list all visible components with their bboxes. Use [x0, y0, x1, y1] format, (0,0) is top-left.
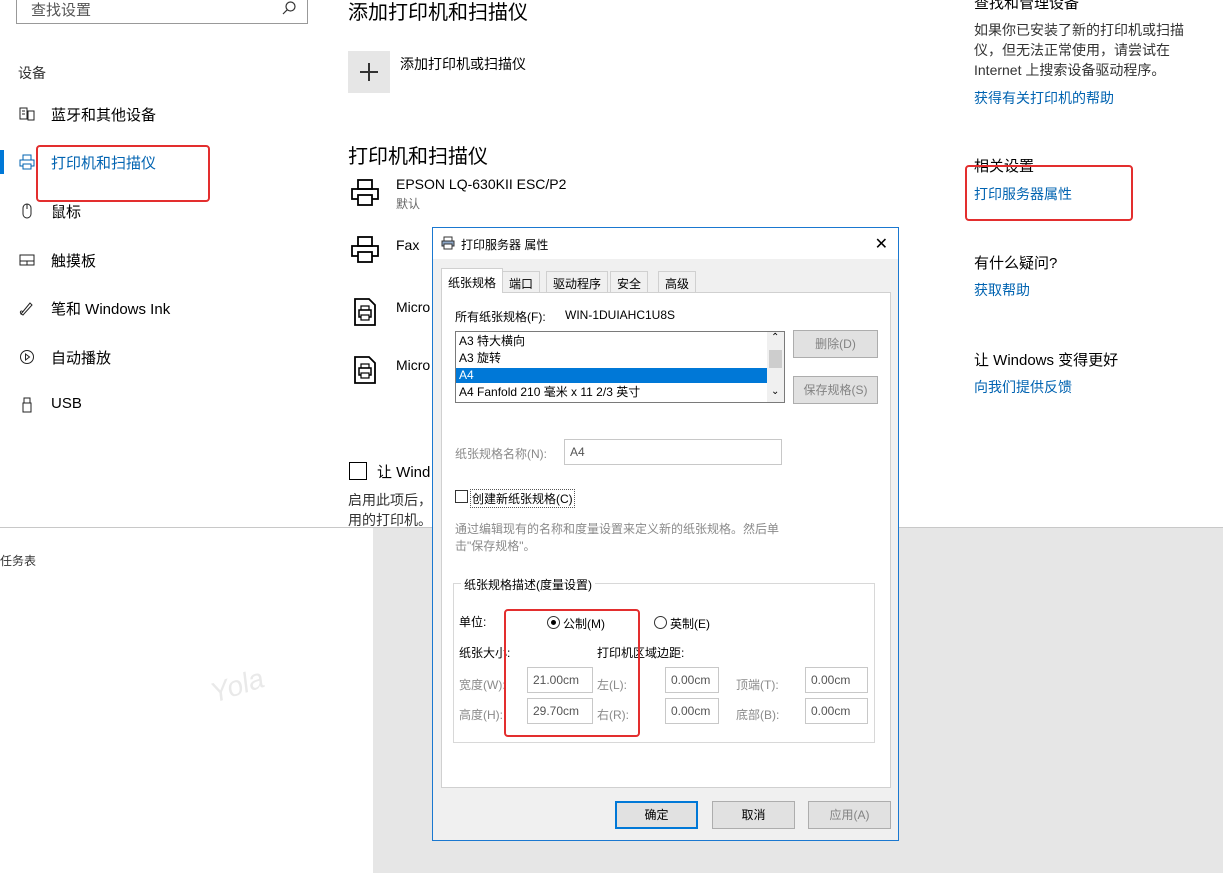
bottom-margin-label: 底部(B): — [736, 708, 780, 722]
tab-ports[interactable]: 端口 — [502, 271, 541, 292]
dialog-title: 打印服务器 属性 — [461, 238, 549, 252]
nav-item-label: 触摸板 — [51, 253, 97, 270]
tab-forms[interactable]: 纸张规格 — [441, 268, 504, 293]
form-name-label: 纸张规格名称(N): — [455, 447, 547, 461]
tab-drivers[interactable]: 驱动程序 — [546, 271, 609, 292]
document-printer-icon — [354, 298, 376, 326]
question-heading: 有什么疑问? — [974, 255, 1058, 272]
right-panel-heading: 查找和管理设备 — [974, 0, 1080, 12]
list-item[interactable]: A3 旋转 — [456, 351, 768, 366]
left-margin-field[interactable]: 0.00cm — [665, 667, 719, 693]
nav-item-label: USB — [51, 395, 82, 412]
printer-item[interactable]: Fax — [348, 233, 438, 273]
list-item[interactable]: A4 Fanfold 210 毫米 x 11 2/3 英寸 — [456, 385, 768, 400]
nav-heading: 设备 — [18, 65, 46, 81]
nav-item-label: 笔和 Windows Ink — [51, 301, 171, 318]
touchpad-icon — [19, 254, 35, 266]
printer-item[interactable]: Micro — [348, 353, 438, 393]
printers-section-title: 打印机和扫描仪 — [348, 146, 488, 168]
nav-item-usb[interactable]: USB — [0, 387, 320, 423]
hint-line1: 通过编辑现有的名称和度量设置来定义新的纸张规格。然后单 — [455, 522, 780, 536]
delete-button[interactable]: 删除(D) — [793, 330, 878, 358]
printer-icon — [19, 154, 35, 170]
width-label: 宽度(W): — [459, 678, 506, 692]
pen-icon — [19, 302, 33, 316]
create-new-form-label[interactable]: 创建新纸张规格(C) — [470, 489, 575, 508]
bottom-margin-field[interactable]: 0.00cm — [805, 698, 868, 724]
taskbar-text: 任务表 — [0, 554, 37, 568]
tab-security[interactable]: 安全 — [610, 271, 649, 292]
nav-item-pen[interactable]: 笔和 Windows Ink — [0, 290, 320, 326]
nav-item-touchpad[interactable]: 触摸板 — [0, 242, 320, 278]
highlight-box-server-props — [965, 165, 1133, 221]
printer-icon — [351, 236, 379, 263]
description-line1: 启用此项后， — [348, 492, 432, 508]
form-description-group-title: 纸张规格描述(度量设置) — [461, 576, 595, 593]
list-scrollbar[interactable]: ⌃ ⌄ — [767, 332, 784, 402]
top-margin-label: 顶端(T): — [736, 678, 779, 692]
printer-item[interactable]: Micro — [348, 295, 438, 335]
printer-name: Micro — [396, 299, 431, 315]
dialog-titlebar[interactable]: 打印服务器 属性 ✕ — [433, 228, 898, 259]
unit-label: 单位: — [459, 615, 487, 629]
nav-item-label: 鼠标 — [51, 204, 82, 221]
add-printer-label[interactable]: 添加打印机或扫描仪 — [400, 54, 526, 74]
nav-item-label: 蓝牙和其他设备 — [51, 107, 157, 124]
nav-item-bluetooth[interactable]: 蓝牙和其他设备 — [0, 96, 320, 132]
tab-advanced[interactable]: 高级 — [658, 271, 697, 292]
nav-item-label: 自动播放 — [51, 350, 112, 367]
right-margin-field[interactable]: 0.00cm — [665, 698, 719, 724]
top-margin-field[interactable]: 0.00cm — [805, 667, 868, 693]
mouse-icon — [22, 203, 32, 219]
all-forms-label: 所有纸张规格(F): — [455, 310, 546, 324]
usb-icon — [22, 397, 32, 413]
printer-help-link[interactable]: 获得有关打印机的帮助 — [974, 88, 1114, 108]
cancel-button[interactable]: 取消 — [712, 801, 795, 829]
scroll-up-icon[interactable]: ⌃ — [771, 332, 779, 343]
printer-status: 默认 — [396, 197, 421, 211]
forms-listbox[interactable]: A3 特大横向 A3 旋转 A4 A4 Fanfold 210 毫米 x 11 … — [455, 331, 785, 403]
search-placeholder: 查找设置 — [31, 2, 92, 19]
right-panel-text: 如果你已安装了新的打印机或扫描仪，但无法正常使用，请尝试在 Internet 上… — [974, 22, 1184, 78]
document-printer-icon — [354, 356, 376, 384]
printer-name: Fax — [396, 237, 420, 253]
let-windows-manage-checkbox[interactable] — [349, 462, 367, 480]
autoplay-icon — [20, 350, 34, 364]
printer-name: Micro — [396, 357, 431, 373]
scrollbar-thumb[interactable] — [769, 350, 782, 368]
english-label[interactable]: 英制(E) — [670, 615, 710, 632]
create-new-form-checkbox[interactable] — [455, 490, 468, 503]
hint-line2: 击"保存规格"。 — [455, 539, 536, 553]
english-radio[interactable] — [654, 616, 667, 629]
highlight-box-metric — [504, 609, 640, 737]
server-name: WIN-1DUIAHC1U8S — [565, 308, 676, 322]
feedback-heading: 让 Windows 变得更好 — [974, 352, 1119, 369]
paper-size-label: 纸张大小: — [459, 646, 511, 660]
add-section-title: 添加打印机和扫描仪 — [348, 2, 528, 24]
printer-icon — [441, 236, 455, 250]
printer-name: EPSON LQ-630KII ESC/P2 — [396, 176, 567, 192]
ok-button[interactable]: 确定 — [615, 801, 698, 829]
scroll-down-icon[interactable]: ⌄ — [771, 386, 779, 397]
close-icon[interactable]: ✕ — [875, 234, 888, 254]
printer-icon — [351, 179, 379, 206]
add-printer-button[interactable] — [348, 51, 390, 93]
list-item[interactable]: A4 — [456, 368, 768, 383]
form-name-field[interactable]: A4 — [564, 439, 782, 465]
apply-button[interactable]: 应用(A) — [808, 801, 891, 829]
save-form-button[interactable]: 保存规格(S) — [793, 376, 878, 404]
search-icon — [282, 1, 296, 15]
let-windows-manage-label: 让 Wind — [377, 464, 431, 481]
bluetooth-devices-icon — [19, 107, 35, 121]
get-help-link[interactable]: 获取帮助 — [974, 280, 1030, 300]
highlight-box-printers — [36, 145, 210, 202]
list-item[interactable]: A3 特大横向 — [456, 334, 768, 349]
nav-item-autoplay[interactable]: 自动播放 — [0, 339, 320, 375]
search-input[interactable]: 查找设置 — [16, 0, 308, 24]
printer-item[interactable]: EPSON LQ-630KII ESC/P2 默认 — [348, 176, 768, 216]
feedback-link[interactable]: 向我们提供反馈 — [974, 377, 1072, 397]
print-server-properties-dialog: 打印服务器 属性 ✕ 纸张规格 端口 驱动程序 安全 高级 所有纸张规格(F):… — [432, 227, 899, 841]
height-label: 高度(H): — [459, 708, 503, 722]
